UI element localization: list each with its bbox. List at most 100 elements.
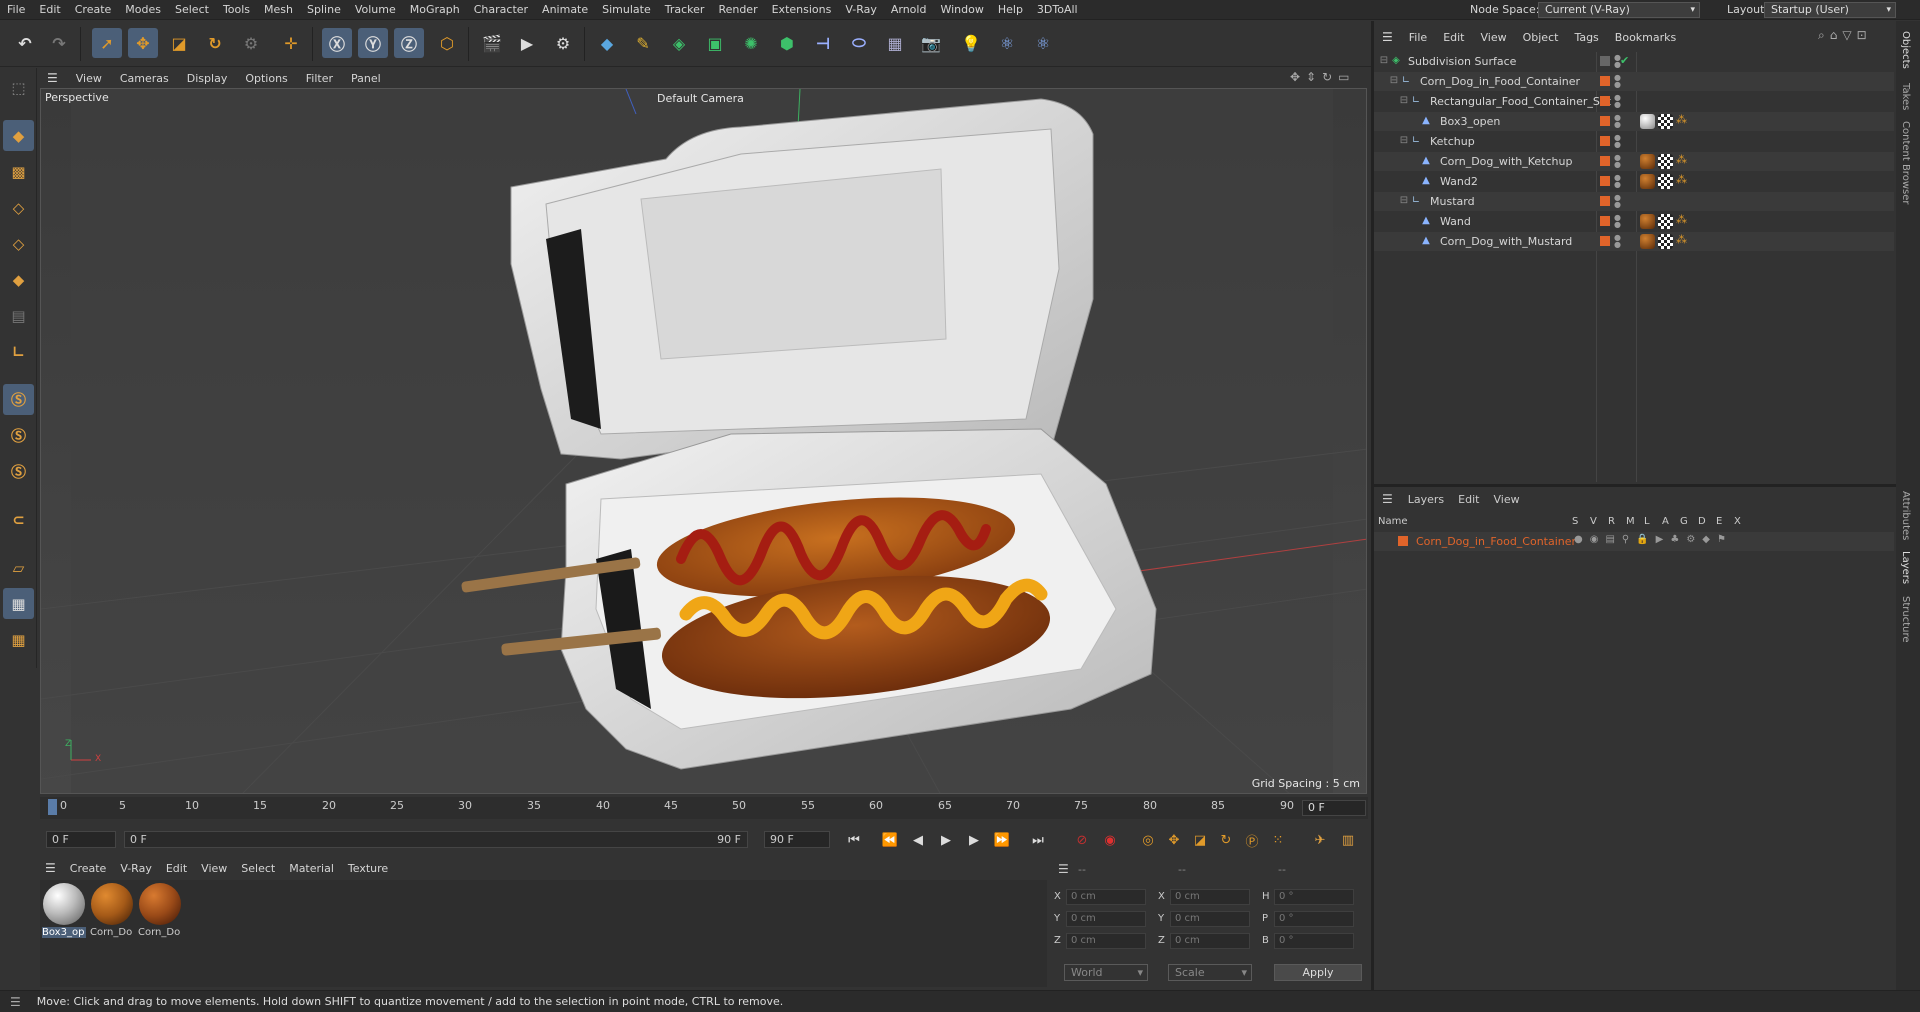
next-key-icon[interactable]: ⏩ <box>990 830 1014 850</box>
viewport-menu-view[interactable]: View <box>67 72 111 85</box>
menu-spline[interactable]: Spline <box>300 0 348 20</box>
layer-row[interactable]: Corn_Dog_in_Food_Container ●◉▤⚲🔒▶♣⚙◆⚑ <box>1374 532 1894 551</box>
material-menu-icon[interactable]: ☰ <box>38 861 63 875</box>
visibility-dots[interactable]: ● ● <box>1614 134 1621 149</box>
uv-mode-icon[interactable]: ▤ <box>3 300 34 331</box>
viewport-nav-icons[interactable]: ✥⇕↻▭ <box>1290 70 1356 84</box>
key-scale-icon[interactable]: ◪ <box>1188 830 1212 850</box>
cloner-icon[interactable]: ✺ <box>736 28 766 58</box>
pen-spline-icon[interactable]: ✎ <box>628 28 658 58</box>
point-mode-icon[interactable]: ◇ <box>3 192 34 223</box>
menu-animate[interactable]: Animate <box>535 0 595 20</box>
tab-content-browser[interactable]: Content Browser <box>1900 121 1911 204</box>
layer-tag-icon[interactable]: ⁂ <box>1676 153 1687 166</box>
layer-tag-icon[interactable]: ⁂ <box>1676 173 1687 186</box>
menu-window[interactable]: Window <box>933 0 990 20</box>
enabled-check-icon[interactable]: ✔ <box>1620 54 1629 67</box>
object-menu-bookmarks[interactable]: Bookmarks <box>1607 31 1684 44</box>
material-menu-edit[interactable]: Edit <box>159 862 194 875</box>
object-manager-tools[interactable]: ⌕⌂▽⊡ <box>1818 28 1872 43</box>
scale-icon[interactable]: ◪ <box>164 28 194 58</box>
object-row[interactable]: ⊟ ∟ Ketchup ● ● <box>1374 132 1894 151</box>
material-tag-icon[interactable] <box>1640 154 1655 169</box>
deformer-icon[interactable]: ⊣ <box>808 28 838 58</box>
motion-tracks-icon[interactable]: ✈ <box>1308 830 1332 850</box>
scale-dropdown[interactable]: Scale ▾ <box>1168 964 1252 981</box>
menu-modes[interactable]: Modes <box>118 0 168 20</box>
recent-tools-icon[interactable]: ⚙ <box>236 28 266 58</box>
menu-character[interactable]: Character <box>467 0 535 20</box>
object-menu-view[interactable]: View <box>1473 31 1515 44</box>
collapse-icon[interactable]: ⊟ <box>1398 135 1410 147</box>
material-menu-create[interactable]: Create <box>63 862 114 875</box>
y-axis-icon[interactable]: Ⓨ <box>358 28 388 58</box>
menu-3dtoall[interactable]: 3DToAll <box>1030 0 1085 20</box>
object-row[interactable]: ⊟ ∟ Rectangular_Food_Container_Set ● ● <box>1374 92 1894 111</box>
coordinate-system-icon[interactable]: ⬡ <box>432 28 462 58</box>
layer-tag-icon[interactable]: ⁂ <box>1676 213 1687 226</box>
menu-mograph[interactable]: MoGraph <box>403 0 467 20</box>
select-arrow-icon[interactable]: ➚ <box>92 28 122 58</box>
collapse-icon[interactable]: ⊟ <box>1398 195 1410 207</box>
workplane-icon[interactable]: ▱ <box>3 552 34 583</box>
tab-objects[interactable]: Objects <box>1900 31 1911 69</box>
layer-swatch[interactable] <box>1600 216 1610 226</box>
material-menu-select[interactable]: Select <box>234 862 282 875</box>
viewport-menu-icon[interactable]: ☰ <box>38 71 67 85</box>
menu-simulate[interactable]: Simulate <box>595 0 658 20</box>
key-pla-icon[interactable]: ⁙ <box>1266 830 1290 850</box>
light-icon[interactable]: 💡 <box>956 28 986 58</box>
tab-takes[interactable]: Takes <box>1900 83 1911 110</box>
layer-menu-icon[interactable]: ☰ <box>1374 492 1401 506</box>
object-menu-object[interactable]: Object <box>1515 31 1567 44</box>
menu-mesh[interactable]: Mesh <box>257 0 300 20</box>
rotate-icon[interactable]: ↻ <box>200 28 230 58</box>
collapse-icon[interactable]: ⊟ <box>1398 95 1410 107</box>
object-row[interactable]: ⊟ ◈ Subdivision Surface ● ● ✔ <box>1374 52 1894 71</box>
extrude-icon[interactable]: ▣ <box>700 28 730 58</box>
layer-menu-view[interactable]: View <box>1486 493 1526 506</box>
object-row[interactable]: ⊟ ∟ Corn_Dog_in_Food_Container ● ● <box>1374 72 1894 91</box>
prev-frame-icon[interactable]: ◀ <box>906 830 930 850</box>
axis-mode-icon[interactable]: ∟ <box>3 336 34 367</box>
uv-tag-icon[interactable] <box>1658 234 1673 249</box>
object-menu-tags[interactable]: Tags <box>1566 31 1606 44</box>
play-icon[interactable]: ▶ <box>934 830 958 850</box>
pos-z-field[interactable]: 0 cm <box>1066 933 1146 949</box>
layout-dropdown[interactable]: Startup (User) ▾ <box>1764 2 1896 18</box>
layer-swatch[interactable] <box>1600 56 1610 66</box>
size-z-field[interactable]: 0 cm <box>1170 933 1250 949</box>
material-tag-icon[interactable] <box>1640 174 1655 189</box>
menu-tools[interactable]: Tools <box>216 0 257 20</box>
pos-x-field[interactable]: 0 cm <box>1066 889 1146 905</box>
collapse-icon[interactable]: ⊟ <box>1378 55 1390 67</box>
material-tag-icon[interactable] <box>1640 114 1655 129</box>
viewport-menu-filter[interactable]: Filter <box>297 72 342 85</box>
z-axis-icon[interactable]: Ⓩ <box>394 28 424 58</box>
node-space-dropdown[interactable]: Current (V-Ray) ▾ <box>1538 2 1700 18</box>
viewport-camera-label[interactable]: Default Camera <box>657 92 744 105</box>
material-menu-texture[interactable]: Texture <box>341 862 395 875</box>
render-settings-icon[interactable]: ⚙ <box>548 28 578 58</box>
layer-swatch[interactable] <box>1600 196 1610 206</box>
menu-create[interactable]: Create <box>68 0 119 20</box>
uv-tag-icon[interactable] <box>1658 214 1673 229</box>
material-tag-icon[interactable] <box>1640 234 1655 249</box>
field-icon[interactable]: ⬭ <box>844 28 874 58</box>
viewport-menu-cameras[interactable]: Cameras <box>111 72 178 85</box>
keyframe-selection-icon[interactable]: ◎ <box>1136 830 1160 850</box>
3d-viewport[interactable]: Perspective Default Camera Z X Grid Spac… <box>40 88 1367 794</box>
viewport-menu-display[interactable]: Display <box>178 72 237 85</box>
autokey-icon[interactable]: ◉ <box>1098 830 1122 850</box>
texture-mode-icon[interactable]: ▩ <box>3 156 34 187</box>
uv-tag-icon[interactable] <box>1658 154 1673 169</box>
uv-tag-icon[interactable] <box>1658 114 1673 129</box>
menu-edit[interactable]: Edit <box>32 0 67 20</box>
timeline-ruler[interactable]: 0 5 10 15 20 25 30 35 40 45 50 55 60 65 … <box>40 797 1368 819</box>
object-row[interactable]: ▲ Corn_Dog_with_Mustard ● ● ⁂ <box>1374 232 1894 251</box>
object-row[interactable]: ▲ Wand2 ● ● ⁂ <box>1374 172 1894 191</box>
goto-start-icon[interactable]: ⏮ <box>842 830 866 850</box>
menu-render[interactable]: Render <box>711 0 764 20</box>
frame-range-slider[interactable]: 0 F 90 F <box>124 831 748 848</box>
camera-icon[interactable]: 📷 <box>916 28 946 58</box>
